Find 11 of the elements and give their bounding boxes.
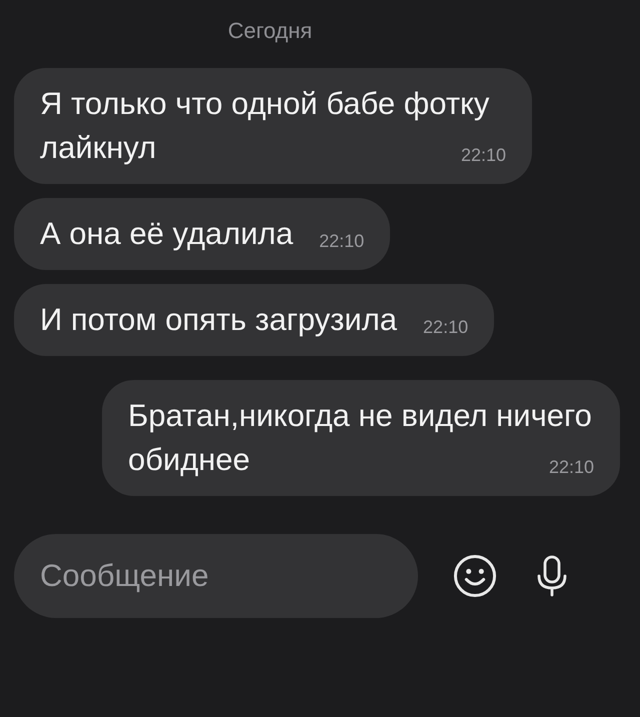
message-time: 22:10: [548, 456, 594, 478]
message-time: 22:10: [460, 144, 506, 166]
message-time: 22:10: [423, 316, 468, 338]
message-bubble: Я только что одной бабе фотку лайкнул 22:10: [14, 68, 532, 184]
message-bubble: А она её удалила 22:10: [14, 198, 390, 270]
message-time: 22:10: [319, 230, 364, 252]
message-bubble: Братан,никогда не видел ничего обиднее 22:10: [102, 380, 620, 496]
message-bubble: И потом опять загрузила 22:10: [14, 284, 494, 356]
emoji-icon[interactable]: [452, 553, 498, 599]
message-input[interactable]: Сообщение: [14, 534, 418, 618]
date-divider: Сегодня: [228, 18, 312, 44]
